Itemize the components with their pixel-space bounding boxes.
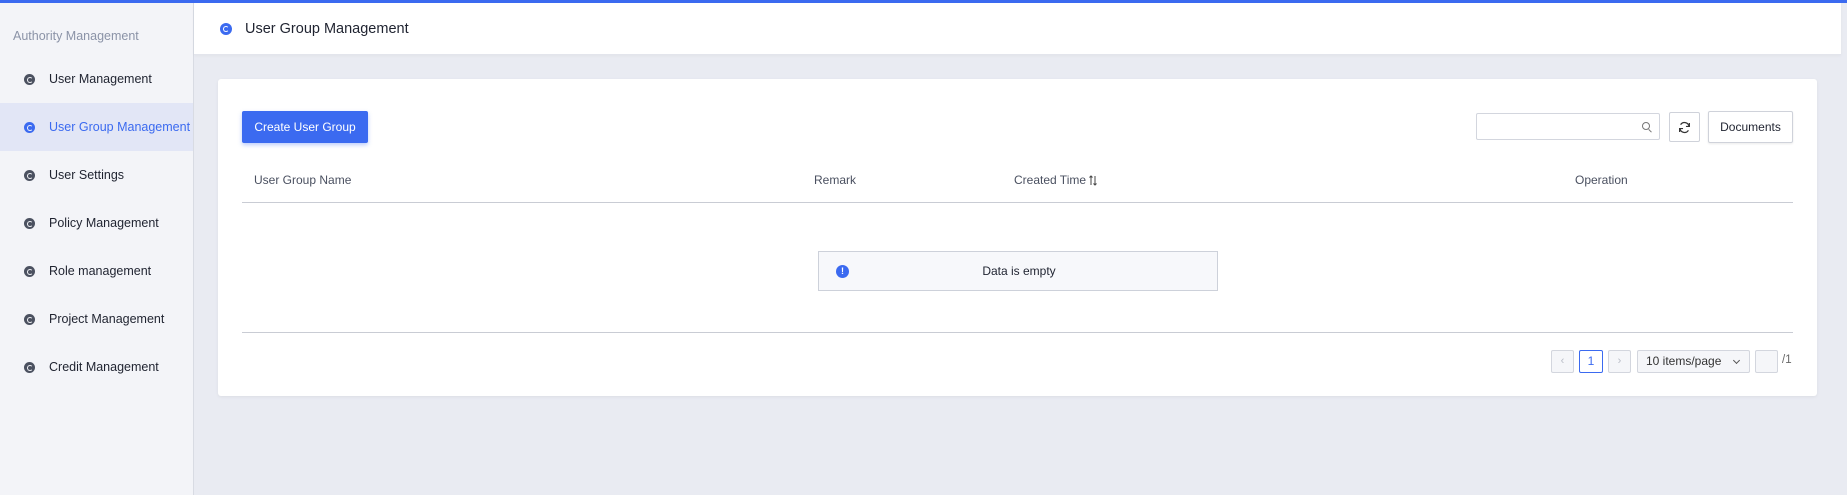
documents-button[interactable]: Documents: [1708, 111, 1793, 143]
page-size-select[interactable]: 10 items/page: [1637, 350, 1750, 373]
page-jump-input[interactable]: [1755, 350, 1778, 373]
sidebar-item-label: Policy Management: [49, 216, 159, 230]
create-user-group-button[interactable]: Create User Group: [242, 111, 368, 143]
column-header-label: Created Time: [1014, 173, 1087, 187]
column-header-remark: Remark: [814, 173, 857, 187]
compass-icon: [24, 121, 35, 133]
compass-icon: [24, 169, 35, 181]
refresh-icon: [1679, 121, 1690, 133]
sidebar-heading: Authority Management: [13, 29, 139, 43]
sidebar-item-role-management[interactable]: Role management: [0, 247, 193, 295]
column-header-user-group-name: User Group Name: [254, 173, 352, 187]
compass-icon: [24, 313, 35, 325]
compass-icon: [24, 265, 35, 277]
column-header-operation: Operation: [1575, 173, 1628, 187]
total-pages: /1: [1782, 354, 1792, 366]
sidebar-item-label: User Group Management: [49, 120, 191, 134]
table-footer-divider: [242, 332, 1793, 333]
sidebar-item-credit-management[interactable]: Credit Management: [0, 343, 193, 391]
sidebar-item-user-settings[interactable]: User Settings: [0, 151, 193, 199]
compass-icon: [220, 22, 232, 35]
sidebar-item-label: User Settings: [49, 168, 125, 182]
page-size-value: 10 items/page: [1646, 354, 1722, 368]
page-number-button[interactable]: 1: [1579, 350, 1603, 373]
content-card: Create User Group Documents User Group N…: [218, 79, 1817, 396]
next-page-button[interactable]: ›: [1608, 350, 1631, 373]
sort-icon[interactable]: [1089, 175, 1097, 186]
sidebar-item-label: Project Management: [49, 312, 165, 326]
search-input[interactable]: [1483, 114, 1633, 139]
table-header-divider: [242, 202, 1793, 203]
compass-icon: [24, 217, 35, 229]
empty-text: Data is empty: [982, 264, 1056, 278]
sidebar-item-user-management[interactable]: User Management: [0, 55, 193, 103]
prev-page-button[interactable]: ‹: [1551, 350, 1574, 373]
sidebar-item-project-management[interactable]: Project Management: [0, 295, 193, 343]
search-icon[interactable]: [1642, 122, 1650, 130]
sidebar-item-user-group-management[interactable]: User Group Management: [0, 103, 193, 151]
sidebar-item-policy-management[interactable]: Policy Management: [0, 199, 193, 247]
sidebar-item-label: Credit Management: [49, 360, 159, 374]
sidebar-item-label: Role management: [49, 264, 152, 278]
top-accent-line: [0, 0, 1847, 3]
compass-icon: [24, 361, 35, 373]
compass-icon: [24, 73, 35, 85]
empty-state: ! Data is empty: [818, 251, 1218, 291]
search-box: [1476, 113, 1660, 140]
page-title: User Group Management: [245, 20, 409, 37]
chevron-down-icon: [1732, 356, 1741, 365]
column-header-created-time[interactable]: Created Time: [1014, 173, 1097, 187]
refresh-button[interactable]: [1669, 112, 1700, 142]
sidebar-item-label: User Management: [49, 72, 152, 86]
page-header: User Group Management: [194, 3, 1841, 55]
sidebar: Authority Management User Management Use…: [0, 0, 194, 495]
